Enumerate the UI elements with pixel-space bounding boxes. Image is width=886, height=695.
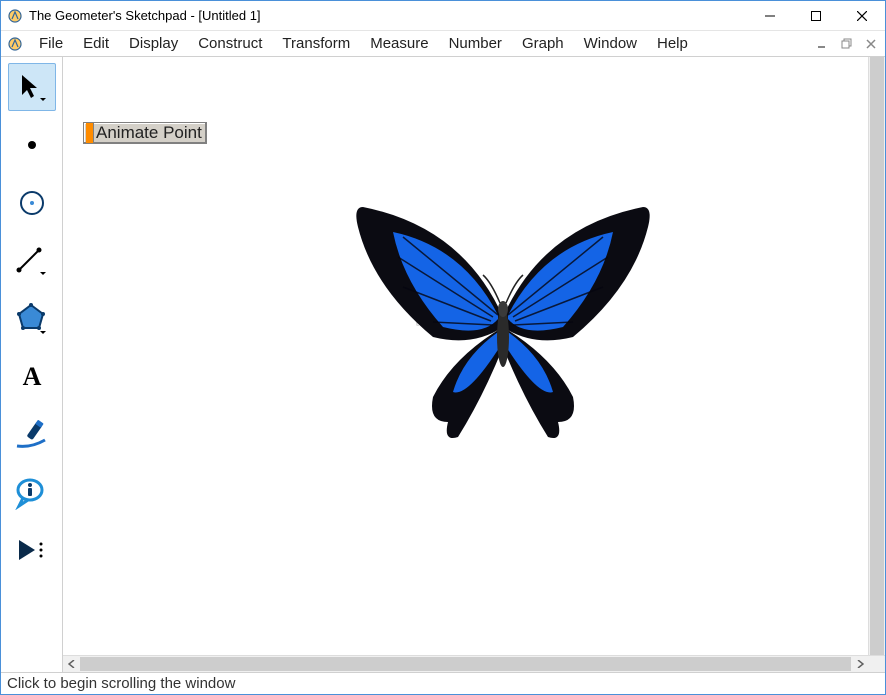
mdi-minimize-button[interactable] [813, 35, 833, 53]
hscroll-left-arrow[interactable] [63, 656, 80, 672]
vscroll-thumb[interactable] [870, 57, 884, 655]
compass-tool[interactable] [8, 179, 56, 227]
horizontal-scrollbar[interactable] [63, 655, 885, 672]
line-icon [15, 244, 49, 278]
marker-icon [15, 418, 49, 452]
menu-window[interactable]: Window [574, 32, 647, 55]
animate-point-label: Animate Point [94, 123, 204, 143]
mdi-restore-icon [841, 38, 853, 50]
hscroll-track[interactable] [80, 656, 851, 672]
polygon-icon [15, 302, 49, 336]
vertical-scrollbar[interactable] [868, 57, 885, 655]
mdi-close-button[interactable] [861, 35, 881, 53]
menubar: File Edit Display Construct Transform Me… [1, 31, 885, 57]
app-icon [7, 8, 23, 24]
canvas[interactable]: Animate Point X | I tem.com [63, 57, 885, 655]
menu-measure[interactable]: Measure [360, 32, 438, 55]
polygon-tool[interactable] [8, 295, 56, 343]
animate-point-button[interactable]: Animate Point [83, 122, 207, 144]
straightedge-tool[interactable] [8, 237, 56, 285]
point-tool[interactable] [8, 121, 56, 169]
svg-text:A: A [22, 363, 41, 391]
maximize-button[interactable] [793, 1, 839, 31]
maximize-icon [811, 11, 821, 21]
window-title: The Geometer's Sketchpad - [Untitled 1] [29, 8, 261, 23]
menu-transform[interactable]: Transform [272, 32, 360, 55]
text-tool[interactable]: A [8, 353, 56, 401]
statusbar: Click to begin scrolling the window [1, 672, 885, 694]
canvas-wrap: Animate Point X | I tem.com [63, 57, 885, 672]
arrow-icon [15, 70, 49, 104]
marker-tool[interactable] [8, 411, 56, 459]
text-icon: A [18, 363, 46, 391]
custom-tool[interactable] [8, 527, 56, 575]
butterfly-image [343, 197, 663, 457]
minimize-button[interactable] [747, 1, 793, 31]
information-tool[interactable] [8, 469, 56, 517]
info-icon [15, 476, 49, 510]
button-stripe [86, 123, 94, 143]
close-button[interactable] [839, 1, 885, 31]
minimize-icon [765, 11, 775, 21]
doc-icon [7, 36, 23, 52]
vscroll-track[interactable] [869, 57, 885, 655]
scroll-corner [868, 656, 885, 672]
chevron-right-icon [856, 660, 864, 668]
hscroll-thumb[interactable] [80, 657, 851, 671]
hscroll-right-arrow[interactable] [851, 656, 868, 672]
app-window: The Geometer's Sketchpad - [Untitled 1] … [0, 0, 886, 695]
mdi-close-icon [866, 39, 876, 49]
arrow-tool[interactable] [8, 63, 56, 111]
main-body: A [1, 57, 885, 672]
mdi-minimize-icon [818, 39, 828, 49]
menu-edit[interactable]: Edit [73, 32, 119, 55]
toolbox: A [1, 57, 63, 672]
menu-construct[interactable]: Construct [188, 32, 272, 55]
menu-help[interactable]: Help [647, 32, 698, 55]
mdi-restore-button[interactable] [837, 35, 857, 53]
menu-file[interactable]: File [29, 32, 73, 55]
menu-display[interactable]: Display [119, 32, 188, 55]
menu-number[interactable]: Number [439, 32, 512, 55]
close-icon [857, 11, 867, 21]
compass-icon [17, 188, 47, 218]
menu-graph[interactable]: Graph [512, 32, 574, 55]
chevron-left-icon [68, 660, 76, 668]
custom-tool-icon [15, 536, 49, 566]
status-text: Click to begin scrolling the window [7, 675, 235, 692]
titlebar: The Geometer's Sketchpad - [Untitled 1] [1, 1, 885, 31]
point-icon [20, 133, 44, 157]
